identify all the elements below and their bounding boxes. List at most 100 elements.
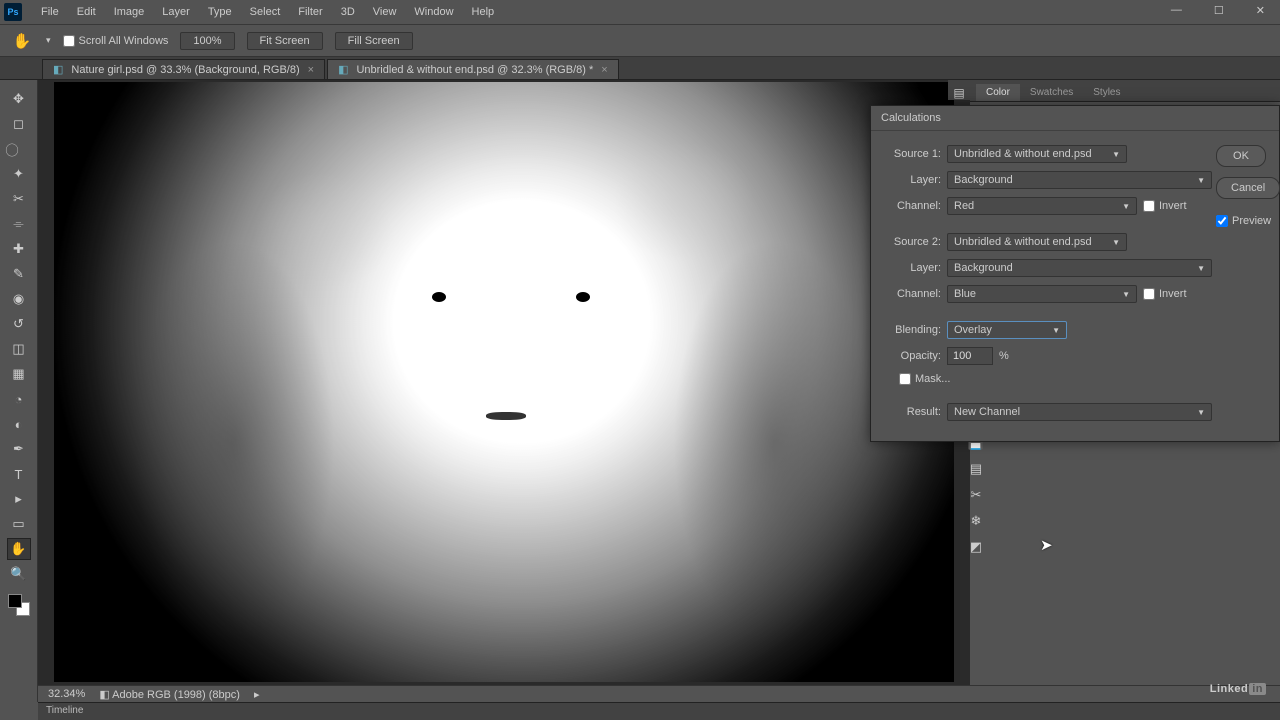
- blur-tool[interactable]: ◔: [7, 388, 31, 410]
- doc-info[interactable]: ◧ Adobe RGB (1998) (8bpc): [99, 688, 240, 701]
- invert1-label: Invert: [1159, 200, 1187, 212]
- clone-tool[interactable]: ◉: [7, 288, 31, 310]
- document-tab-bar: ◧ Nature girl.psd @ 33.3% (Background, R…: [0, 57, 1280, 80]
- menu-edit[interactable]: Edit: [68, 6, 105, 18]
- result-select[interactable]: New Channel▼: [947, 403, 1212, 421]
- minimize-button[interactable]: —: [1162, 4, 1191, 17]
- tab-label: Nature girl.psd @ 33.3% (Background, RGB…: [71, 64, 299, 76]
- maximize-button[interactable]: ☐: [1205, 4, 1233, 17]
- transform-icon[interactable]: ◩: [970, 539, 982, 555]
- layer2-select[interactable]: Background▼: [947, 259, 1212, 277]
- chevron-down-icon[interactable]: ▾: [46, 35, 51, 46]
- channel1-select[interactable]: Red▼: [947, 197, 1137, 215]
- chevron-down-icon: ▼: [1052, 326, 1060, 335]
- menu-image[interactable]: Image: [105, 6, 154, 18]
- menu-select[interactable]: Select: [241, 6, 290, 18]
- zoom-100-button[interactable]: 100%: [180, 32, 234, 50]
- tools-panel: ✥ ◻ ⃝ ✦ ✂ ⌯ ✚ ✎ ◉ ↺ ◫ ▦ ◔ ◐ ✒ T ▸ ▭ ✋ 🔍: [0, 80, 38, 702]
- eyedropper-tool[interactable]: ⌯: [7, 213, 31, 235]
- dialog-title: Calculations: [871, 106, 1279, 131]
- move-tool[interactable]: ✥: [7, 88, 31, 110]
- current-tool-icon[interactable]: ✋: [10, 31, 34, 51]
- document-tab[interactable]: ◧ Nature girl.psd @ 33.3% (Background, R…: [42, 59, 325, 79]
- close-tab-icon[interactable]: ×: [601, 64, 607, 76]
- result-label: Result:: [883, 406, 941, 418]
- ok-button[interactable]: OK: [1216, 145, 1266, 167]
- layer2-label: Layer:: [883, 262, 941, 274]
- blending-value: Overlay: [954, 324, 992, 336]
- fill-screen-button[interactable]: Fill Screen: [335, 32, 413, 50]
- menu-help[interactable]: Help: [463, 6, 504, 18]
- cursor-icon: ➤: [1040, 536, 1053, 554]
- collapsed-panel-icons: ▤: [948, 80, 970, 100]
- gradient-tool[interactable]: ▦: [7, 363, 31, 385]
- history-brush-tool[interactable]: ↺: [7, 313, 31, 335]
- color-tab[interactable]: Color: [976, 84, 1020, 101]
- cancel-button[interactable]: Cancel: [1216, 177, 1280, 199]
- rectangle-tool[interactable]: ▭: [7, 513, 31, 535]
- source1-value: Unbridled & without end.psd: [954, 148, 1092, 160]
- image-detail: [486, 412, 526, 420]
- marquee-tool[interactable]: ◻: [7, 113, 31, 135]
- fit-screen-button[interactable]: Fit Screen: [247, 32, 323, 50]
- close-tab-icon[interactable]: ×: [308, 64, 314, 76]
- window-controls: — ☐ ✕: [1162, 4, 1274, 17]
- chevron-down-icon: ▼: [1122, 202, 1130, 211]
- opacity-label: Opacity:: [883, 350, 941, 362]
- color-swatches[interactable]: [8, 594, 30, 616]
- snowflake-icon[interactable]: ❄: [971, 513, 982, 529]
- doc-info-text: Adobe RGB (1998) (8bpc): [112, 689, 240, 701]
- menu-layer[interactable]: Layer: [153, 6, 199, 18]
- hand-tool[interactable]: ✋: [7, 538, 31, 560]
- brush-tool[interactable]: ✎: [7, 263, 31, 285]
- path-select-tool[interactable]: ▸: [7, 488, 31, 510]
- panel-icon[interactable]: ▤: [953, 86, 964, 100]
- mask-checkbox[interactable]: Mask...: [899, 373, 950, 385]
- close-button[interactable]: ✕: [1247, 4, 1274, 17]
- pen-tool[interactable]: ✒: [7, 438, 31, 460]
- zoom-tool[interactable]: 🔍: [7, 563, 31, 585]
- channel1-label: Channel:: [883, 200, 941, 212]
- type-tool[interactable]: T: [7, 463, 31, 485]
- lasso-tool[interactable]: ⃝: [7, 138, 31, 160]
- scroll-all-label: Scroll All Windows: [79, 35, 169, 47]
- layer1-select[interactable]: Background▼: [947, 171, 1212, 189]
- chevron-down-icon: ▼: [1122, 290, 1130, 299]
- timeline-panel[interactable]: Timeline: [38, 702, 1280, 720]
- menu-window[interactable]: Window: [405, 6, 462, 18]
- tools-icon[interactable]: ✂: [971, 487, 982, 503]
- swatches-tab[interactable]: Swatches: [1020, 84, 1083, 101]
- document-tab[interactable]: ◧ Unbridled & without end.psd @ 32.3% (R…: [327, 59, 619, 79]
- heal-tool[interactable]: ✚: [7, 238, 31, 260]
- scroll-all-windows-checkbox[interactable]: Scroll All Windows: [63, 35, 169, 47]
- dodge-tool[interactable]: ◐: [7, 413, 31, 435]
- status-bar: 32.34% ◧ Adobe RGB (1998) (8bpc) ▸: [38, 685, 1280, 702]
- canvas-area[interactable]: [38, 80, 970, 702]
- crop-tool[interactable]: ✂: [7, 188, 31, 210]
- menu-file[interactable]: File: [32, 6, 68, 18]
- eraser-tool[interactable]: ◫: [7, 338, 31, 360]
- source1-select[interactable]: Unbridled & without end.psd▼: [947, 145, 1127, 163]
- menu-type[interactable]: Type: [199, 6, 241, 18]
- magic-wand-tool[interactable]: ✦: [7, 163, 31, 185]
- opacity-input[interactable]: [947, 347, 993, 365]
- invert1-checkbox[interactable]: Invert: [1143, 200, 1187, 212]
- notes-icon[interactable]: ▤: [970, 461, 982, 477]
- channel2-select[interactable]: Blue▼: [947, 285, 1137, 303]
- menu-3d[interactable]: 3D: [332, 6, 364, 18]
- source2-select[interactable]: Unbridled & without end.psd▼: [947, 233, 1127, 251]
- foreground-color-swatch[interactable]: [8, 594, 22, 608]
- chevron-right-icon[interactable]: ▸: [254, 688, 260, 701]
- blending-select[interactable]: Overlay ▼: [947, 321, 1067, 339]
- document-canvas[interactable]: [54, 82, 954, 682]
- preview-checkbox[interactable]: Preview: [1216, 215, 1271, 227]
- side-icon-strip: 💾 ▤ ✂ ❄ ◩: [962, 435, 990, 555]
- hand-icon: ✋: [13, 32, 32, 50]
- invert2-checkbox[interactable]: Invert: [1143, 288, 1187, 300]
- zoom-level[interactable]: 32.34%: [48, 688, 85, 700]
- styles-tab[interactable]: Styles: [1083, 84, 1130, 101]
- preview-label: Preview: [1232, 215, 1271, 227]
- menu-view[interactable]: View: [364, 6, 406, 18]
- menu-filter[interactable]: Filter: [289, 6, 331, 18]
- channel2-label: Channel:: [883, 288, 941, 300]
